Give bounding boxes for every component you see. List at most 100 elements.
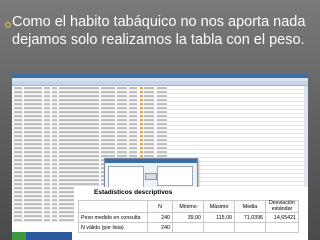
grid-cell[interactable] — [101, 122, 115, 125]
grid-cell[interactable] — [144, 126, 154, 129]
grid-cell[interactable] — [101, 106, 115, 109]
grid-cell[interactable] — [144, 94, 154, 97]
grid-cell[interactable] — [117, 154, 127, 157]
grid-cell[interactable] — [44, 146, 50, 149]
grid-cell[interactable] — [117, 90, 127, 93]
grid-cell[interactable] — [101, 154, 115, 157]
grid-cell[interactable] — [14, 190, 22, 193]
grid-cell[interactable] — [24, 170, 42, 173]
grid-cell[interactable] — [44, 138, 50, 141]
grid-cell[interactable] — [24, 158, 42, 161]
grid-cell[interactable] — [52, 150, 57, 153]
grid-cell[interactable] — [144, 110, 154, 113]
grid-cell[interactable] — [14, 166, 22, 169]
grid-cell[interactable] — [14, 150, 22, 153]
grid-cell[interactable] — [14, 218, 22, 221]
grid-cell[interactable] — [52, 202, 57, 205]
grid-cell[interactable] — [129, 130, 137, 133]
grid-cell[interactable] — [52, 206, 57, 209]
grid-cell[interactable] — [44, 94, 50, 97]
grid-cell[interactable] — [24, 110, 42, 113]
grid-cell[interactable] — [101, 114, 115, 117]
move-arrow-button[interactable] — [145, 173, 157, 180]
grid-cell[interactable] — [44, 118, 50, 121]
grid-cell[interactable] — [129, 146, 137, 149]
grid-cell[interactable] — [144, 130, 154, 133]
grid-cell[interactable] — [14, 102, 22, 105]
grid-cell[interactable] — [117, 102, 127, 105]
grid-cell[interactable] — [44, 142, 50, 145]
grid-cell[interactable] — [157, 146, 167, 149]
grid-cell[interactable] — [52, 210, 57, 213]
grid-cell[interactable] — [14, 98, 22, 101]
grid-cell[interactable] — [129, 102, 137, 105]
grid-cell[interactable] — [157, 150, 167, 153]
grid-cell[interactable] — [24, 186, 42, 189]
grid-cell[interactable] — [44, 190, 50, 193]
grid-cell[interactable] — [117, 130, 127, 133]
grid-cell[interactable] — [24, 146, 42, 149]
grid-cell[interactable] — [24, 190, 42, 193]
grid-cell[interactable] — [14, 90, 22, 93]
grid-cell[interactable] — [144, 154, 154, 157]
grid-cell[interactable] — [101, 110, 115, 113]
grid-cell[interactable] — [144, 106, 154, 109]
grid-cell[interactable] — [129, 118, 137, 121]
grid-cell[interactable] — [24, 102, 42, 105]
grid-cell[interactable] — [24, 130, 42, 133]
grid-cell[interactable] — [52, 118, 57, 121]
grid-cell[interactable] — [101, 134, 115, 137]
grid-cell[interactable] — [129, 86, 137, 89]
grid-cell[interactable] — [129, 114, 137, 117]
grid-cell[interactable] — [24, 182, 42, 185]
grid-cell[interactable] — [44, 90, 50, 93]
grid-cell[interactable] — [52, 182, 57, 185]
grid-cell[interactable] — [52, 122, 57, 125]
grid-cell[interactable] — [24, 202, 42, 205]
grid-cell[interactable] — [117, 118, 127, 121]
grid-cell[interactable] — [44, 186, 50, 189]
grid-cell[interactable] — [129, 94, 137, 97]
grid-cell[interactable] — [59, 166, 99, 169]
grid-cell[interactable] — [144, 150, 154, 153]
grid-cell[interactable] — [144, 114, 154, 117]
grid-cell[interactable] — [157, 138, 167, 141]
grid-cell[interactable] — [117, 98, 127, 101]
grid-cell[interactable] — [44, 122, 50, 125]
grid-cell[interactable] — [117, 114, 127, 117]
grid-cell[interactable] — [24, 114, 42, 117]
grid-cell[interactable] — [52, 130, 57, 133]
grid-cell[interactable] — [24, 206, 42, 209]
grid-cell[interactable] — [59, 122, 99, 125]
grid-cell[interactable] — [59, 134, 99, 137]
grid-cell[interactable] — [59, 94, 99, 97]
grid-cell[interactable] — [59, 154, 99, 157]
grid-cell[interactable] — [101, 142, 115, 145]
grid-cell[interactable] — [14, 186, 22, 189]
grid-cell[interactable] — [52, 186, 57, 189]
grid-cell[interactable] — [157, 86, 167, 89]
grid-cell[interactable] — [14, 202, 22, 205]
grid-cell[interactable] — [101, 138, 115, 141]
grid-cell[interactable] — [52, 158, 57, 161]
grid-cell[interactable] — [52, 218, 57, 221]
grid-cell[interactable] — [44, 114, 50, 117]
grid-cell[interactable] — [101, 118, 115, 121]
grid-cell[interactable] — [59, 174, 99, 177]
grid-cell[interactable] — [44, 102, 50, 105]
selected-variable-list[interactable] — [157, 166, 193, 186]
grid-cell[interactable] — [129, 126, 137, 129]
grid-cell[interactable] — [24, 150, 42, 153]
grid-cell[interactable] — [101, 146, 115, 149]
grid-cell[interactable] — [144, 138, 154, 141]
grid-cell[interactable] — [44, 166, 50, 169]
grid-cell[interactable] — [52, 94, 57, 97]
grid-cell[interactable] — [44, 182, 50, 185]
grid-cell[interactable] — [52, 138, 57, 141]
grid-cell[interactable] — [52, 214, 57, 217]
grid-cell[interactable] — [14, 138, 22, 141]
grid-cell[interactable] — [101, 130, 115, 133]
grid-cell[interactable] — [24, 138, 42, 141]
grid-cell[interactable] — [59, 126, 99, 129]
grid-cell[interactable] — [14, 162, 22, 165]
